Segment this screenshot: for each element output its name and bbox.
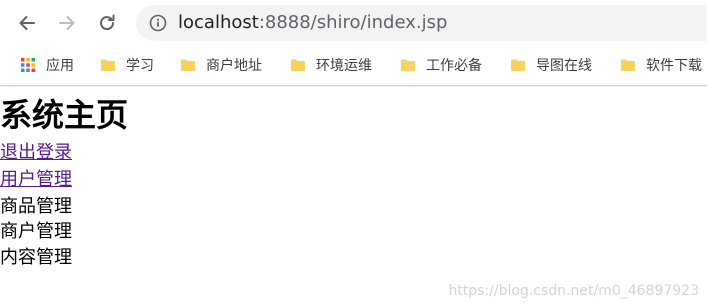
bookmark-apps[interactable]: 应用 <box>20 55 74 75</box>
address-bar[interactable]: localhost:8888/shiro/index.jsp <box>136 5 707 41</box>
info-icon[interactable] <box>149 14 167 32</box>
reload-button[interactable] <box>93 9 121 37</box>
bookmark-label: 软件下载 <box>646 58 702 74</box>
folder-icon <box>401 59 415 71</box>
back-button[interactable] <box>13 9 41 37</box>
url-path: :8888/shiro/index.jsp <box>258 12 448 33</box>
reload-icon <box>100 14 115 31</box>
url-text[interactable]: localhost:8888/shiro/index.jsp <box>178 11 447 35</box>
folder-icon <box>101 59 115 71</box>
logout-link[interactable]: 退出登录 <box>0 141 72 165</box>
bookmark-folder-work[interactable]: 工作必备 <box>400 55 482 75</box>
content-management-text: 内容管理 <box>0 247 72 268</box>
arrow-left-icon <box>19 16 35 30</box>
url-host: localhost <box>178 12 259 33</box>
forward-button[interactable] <box>53 9 81 37</box>
bookmark-label: 环境运维 <box>316 58 372 74</box>
watermark: https://blog.csdn.net/m0_46897923 <box>448 283 699 299</box>
arrow-right-icon <box>59 16 75 30</box>
bookmark-label: 学习 <box>126 58 154 74</box>
folder-icon <box>511 59 525 71</box>
bookmark-folder-study[interactable]: 学习 <box>100 55 154 75</box>
merchant-management-text: 商户管理 <box>0 221 72 242</box>
browser-toolbar: localhost:8888/shiro/index.jsp <box>0 0 707 46</box>
page-content: 系统主页 退出登录 用户管理 商品管理 商户管理 内容管理 <box>0 89 707 308</box>
product-management-text: 商品管理 <box>0 196 72 217</box>
apps-grid-icon <box>21 58 35 72</box>
page-title: 系统主页 <box>0 96 129 134</box>
bookmark-label: 商户地址 <box>206 58 262 74</box>
bookmark-folder-downloads[interactable]: 软件下载 <box>620 55 702 75</box>
bookmark-label: 导图在线 <box>536 58 592 74</box>
bookmark-folder-ops[interactable]: 环境运维 <box>290 55 372 75</box>
folder-icon <box>621 59 635 71</box>
bookmark-label: 应用 <box>46 58 74 74</box>
bookmark-folder-merchant-address[interactable]: 商户地址 <box>180 55 262 75</box>
folder-icon <box>291 59 305 71</box>
bookmark-folder-mindmap[interactable]: 导图在线 <box>510 55 592 75</box>
toolbar-divider-shadow <box>0 86 707 87</box>
bookmark-label: 工作必备 <box>426 58 482 74</box>
folder-icon <box>181 59 195 71</box>
user-management-link[interactable]: 用户管理 <box>0 168 72 192</box>
bookmarks-bar: 应用 学习 商户地址 环境运维 工作必备 导图在线 软件下载 <box>0 46 707 84</box>
